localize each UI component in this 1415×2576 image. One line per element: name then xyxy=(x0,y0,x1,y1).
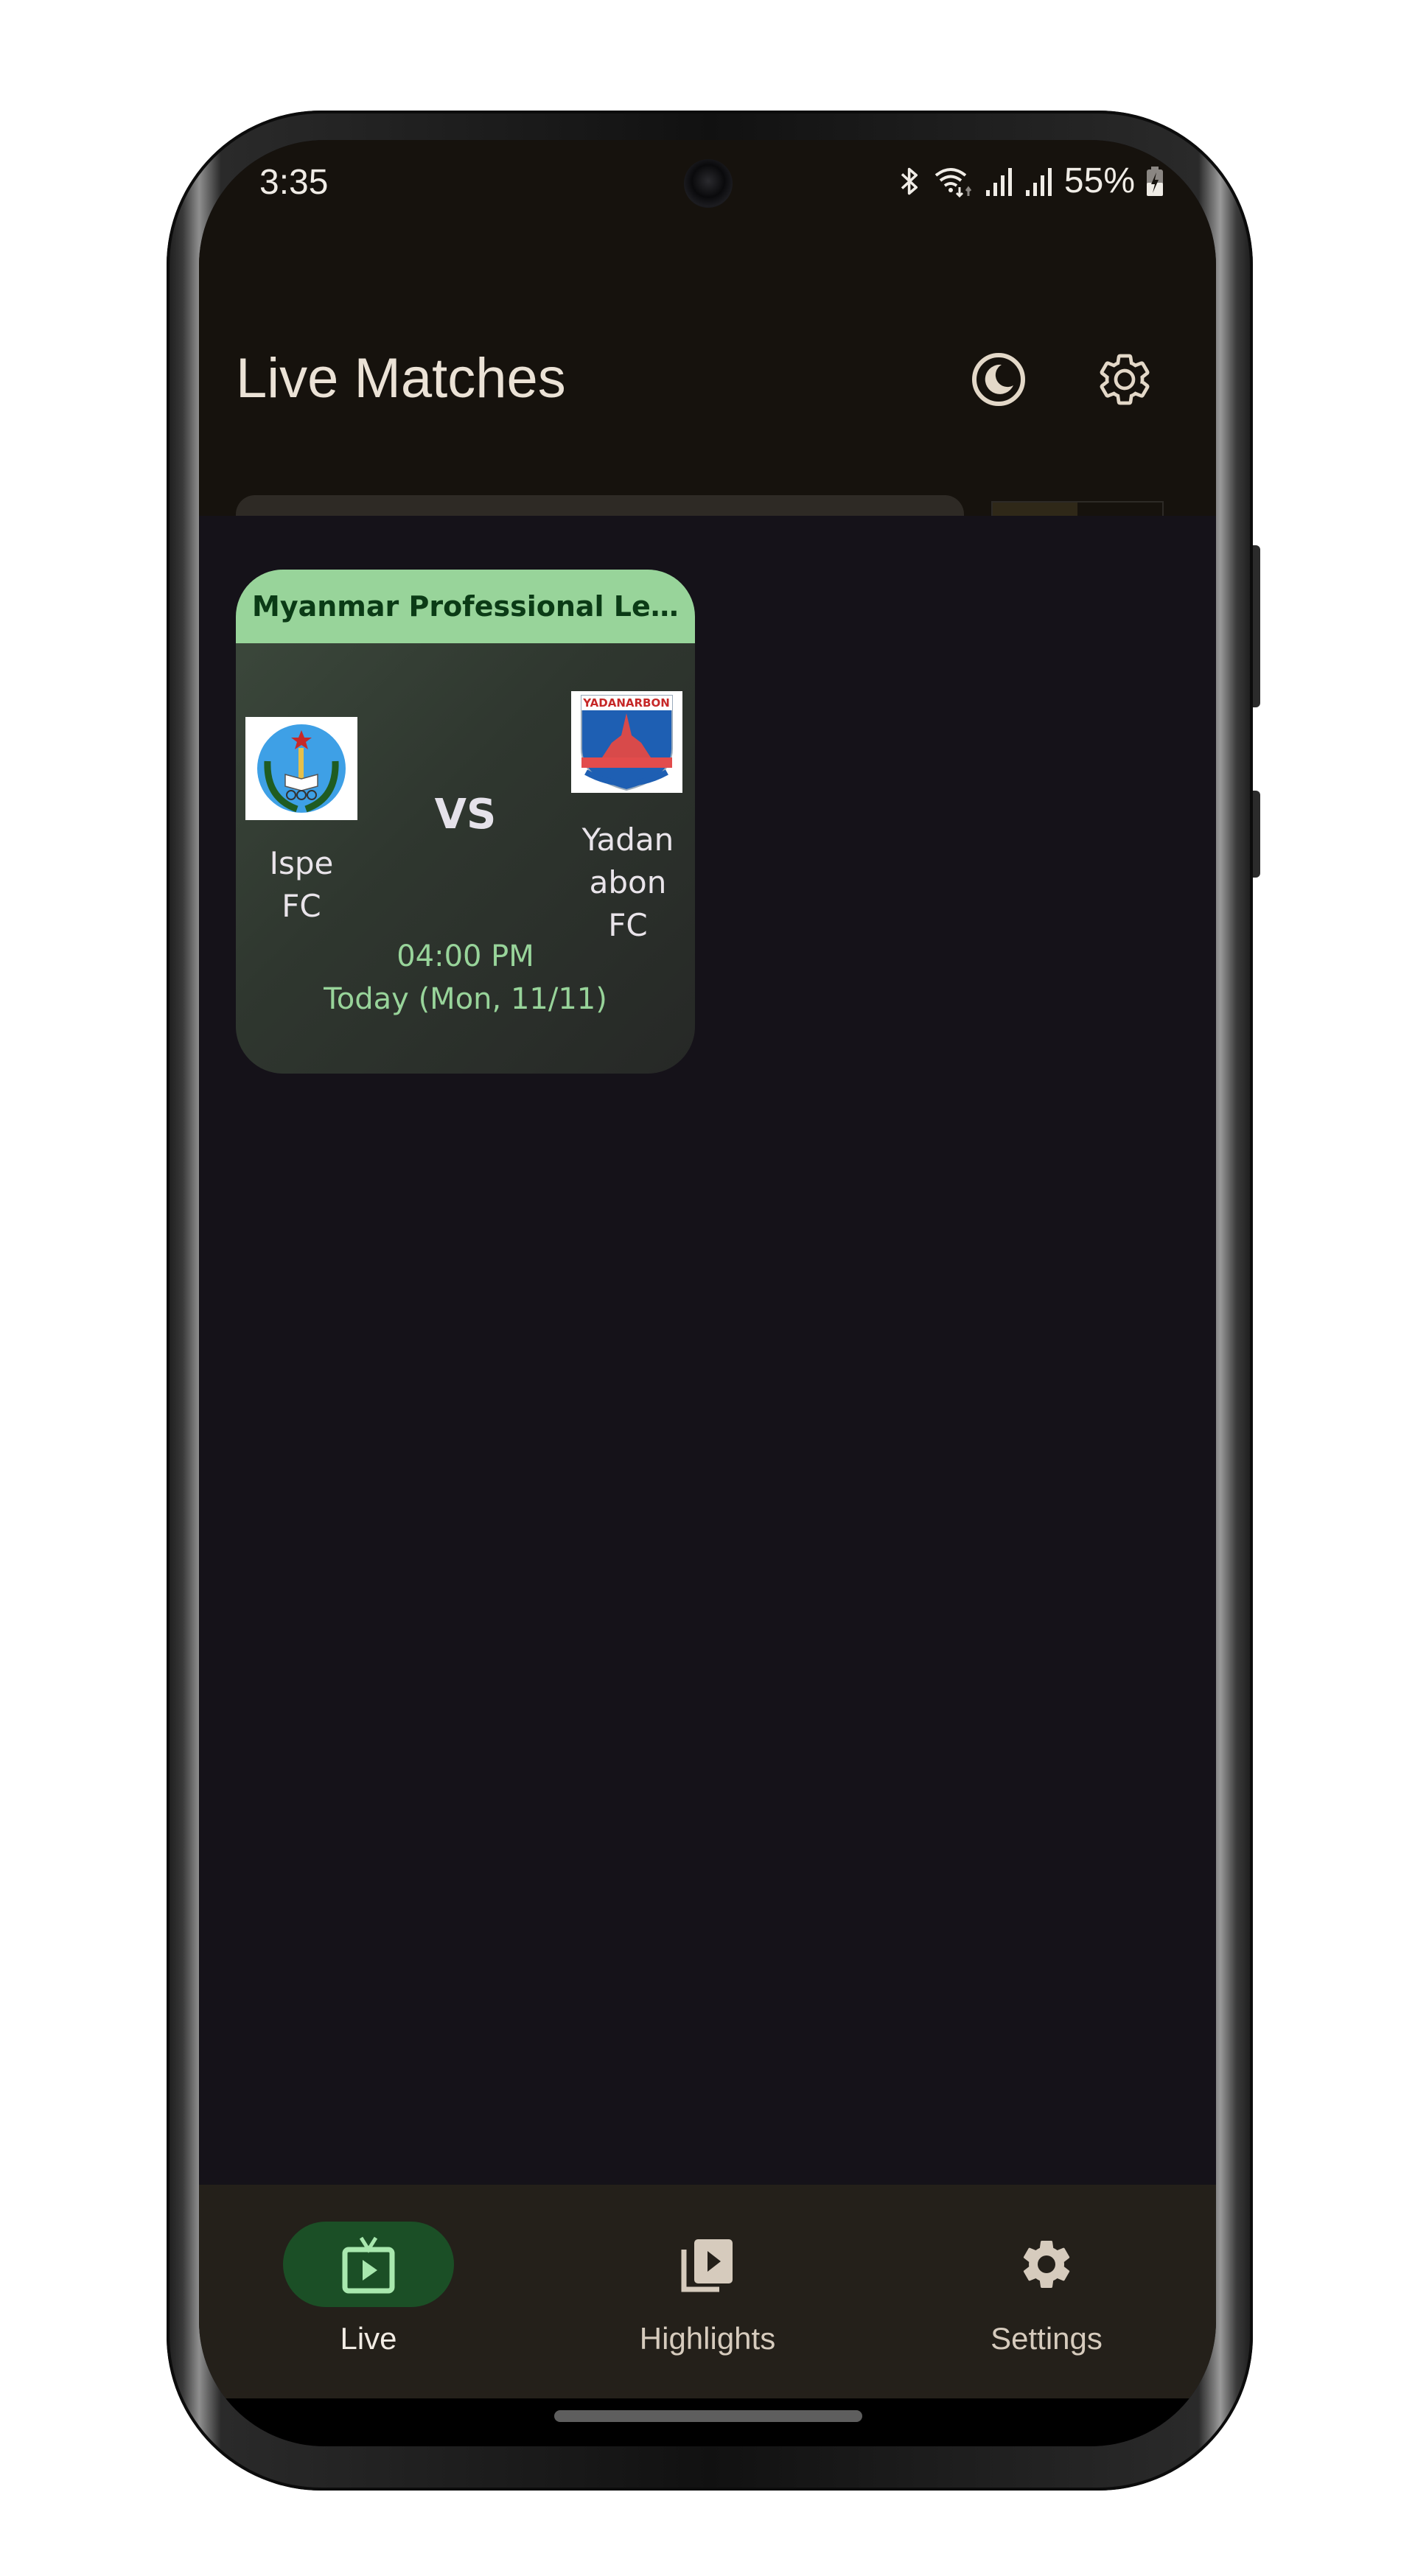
page-title: Live Matches xyxy=(236,347,566,410)
home-team-name: Ispe FC xyxy=(269,845,334,924)
live-tv-icon xyxy=(342,2236,395,2294)
theme-toggle-button[interactable] xyxy=(962,343,1035,416)
nav-item-highlights[interactable]: Highlights xyxy=(538,2185,877,2398)
league-name: Myanmar Professional Leag… xyxy=(236,570,695,643)
nav-settings-indicator xyxy=(961,2222,1132,2307)
video-library-icon xyxy=(681,2239,733,2292)
gear-icon xyxy=(1100,354,1150,405)
nav-highlights-indicator xyxy=(622,2222,793,2307)
bluetooth-icon xyxy=(901,167,918,195)
nav-label-settings: Settings xyxy=(990,2321,1103,2356)
away-team-name: Yadan abon FC xyxy=(581,822,674,943)
yadanarbon-fc-logo: YADANARBON xyxy=(571,691,682,793)
battery-charging-icon xyxy=(1147,166,1163,196)
gesture-bar-area xyxy=(199,2398,1216,2446)
nav-label-live: Live xyxy=(340,2321,397,2356)
nav-label-highlights: Highlights xyxy=(639,2321,776,2356)
wifi-icon xyxy=(934,167,972,197)
svg-text:YADANARBON: YADANARBON xyxy=(582,696,670,710)
yadanarbon-fc-crest: YADANARBON xyxy=(581,695,673,791)
signal-icon xyxy=(1025,167,1052,196)
match-card[interactable]: Myanmar Professional Leag… YADANARBON Is… xyxy=(236,570,695,1074)
nav-item-settings[interactable]: Settings xyxy=(877,2185,1216,2398)
volume-button xyxy=(1253,545,1260,707)
app-bar: Live Matches xyxy=(199,243,1216,592)
gear-icon xyxy=(1023,2241,1070,2288)
power-button xyxy=(1253,791,1260,878)
bottom-navigation: Live Highlights Settings xyxy=(199,2185,1216,2398)
status-icons: 55% xyxy=(898,161,1164,201)
settings-button[interactable] xyxy=(1088,343,1161,416)
signal-icon xyxy=(985,167,1012,196)
screen: 3:35 55% Live Matches Search Myanmar Pro… xyxy=(199,140,1216,2446)
nav-item-live[interactable]: Live xyxy=(199,2185,538,2398)
match-date: Today (Mon, 11/11) xyxy=(324,982,607,1016)
status-bar: 3:35 55% xyxy=(199,140,1216,243)
battery-percent: 55% xyxy=(1063,161,1135,200)
nav-live-indicator xyxy=(283,2222,454,2307)
match-time: 04:00 PM xyxy=(396,939,534,973)
status-time: 3:35 xyxy=(259,163,329,202)
match-grid: Myanmar Professional Leag… YADANARBON Is… xyxy=(199,516,1216,2325)
home-gesture-handle[interactable] xyxy=(554,2410,862,2422)
front-camera xyxy=(684,159,733,208)
moon-icon xyxy=(972,353,1025,406)
